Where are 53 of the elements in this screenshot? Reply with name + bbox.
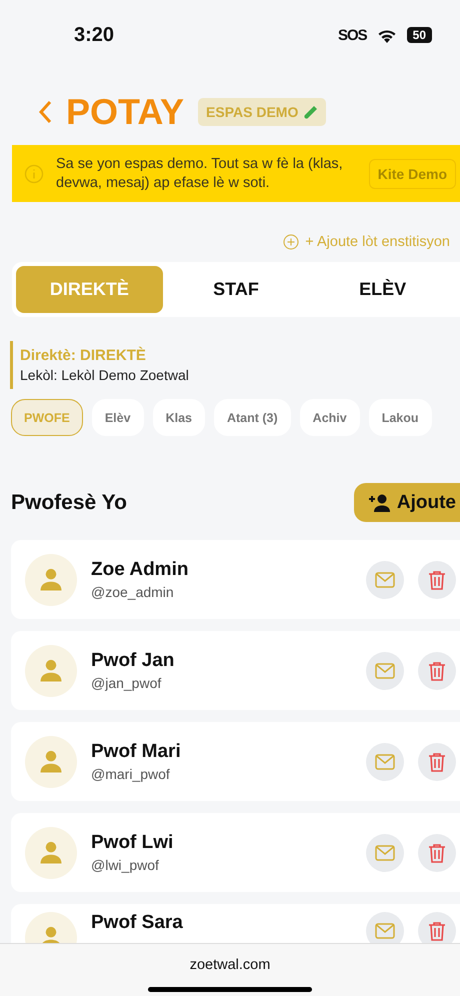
mail-icon: [375, 923, 395, 939]
mail-icon: [375, 754, 395, 770]
mail-icon: [375, 662, 395, 678]
teacher-username: @mari_pwof: [91, 766, 171, 782]
message-button[interactable]: [366, 912, 404, 943]
url-text: zoetwal.com: [190, 957, 270, 973]
add-teacher-button[interactable]: Ajoute: [354, 483, 460, 522]
section-title: Pwofesè Yo: [11, 490, 127, 514]
message-button[interactable]: [366, 742, 404, 780]
mail-icon: [375, 844, 395, 860]
mail-icon: [375, 572, 395, 588]
leave-demo-button[interactable]: Kite Demo: [368, 158, 456, 188]
status-time: 3:20: [74, 24, 116, 46]
school-name: Lekòl: Lekòl Demo Zoetwal: [20, 367, 190, 383]
filter-chip[interactable]: Achiv: [300, 399, 360, 436]
teacher-name: Pwof Mari: [91, 741, 182, 763]
teacher-name: Zoe Admin: [91, 559, 190, 581]
filter-chip[interactable]: Klas: [152, 399, 205, 436]
teacher-name: Pwof Lwi: [91, 832, 174, 854]
delete-button[interactable]: [418, 834, 456, 872]
filter-chip[interactable]: Elèv: [92, 399, 144, 436]
delete-button[interactable]: [418, 742, 456, 780]
delete-button[interactable]: [418, 652, 456, 690]
director-title: Direktè: DIREKTÈ: [20, 347, 147, 364]
trash-icon: [428, 660, 446, 680]
trash-icon: [428, 570, 446, 590]
role-tab[interactable]: ELÈV: [309, 266, 456, 313]
role-tab[interactable]: STAF: [162, 266, 310, 313]
app-title: POTAY: [66, 91, 184, 133]
trash-icon: [428, 752, 446, 772]
teacher-name: Pwof Jan: [91, 650, 176, 672]
plus-circle-icon: [283, 234, 300, 250]
trash-icon: [428, 842, 446, 862]
filter-chip[interactable]: Atant (3): [214, 399, 291, 436]
demo-message: Sa se yon espas demo. Tout sa w fè la (klas, devwa, mesaj) ap efase lè w soti.: [56, 154, 344, 192]
wifi-icon: [376, 28, 397, 42]
delete-button[interactable]: [418, 560, 456, 598]
message-button[interactable]: [366, 834, 404, 872]
back-icon[interactable]: [38, 100, 52, 124]
teacher-username: @lwi_pwof: [91, 857, 160, 873]
sos-indicator: SOS: [338, 26, 367, 44]
message-button[interactable]: [366, 560, 404, 598]
add-person-icon: [368, 492, 392, 512]
demo-badge: ESPAS DEMO: [198, 98, 326, 126]
filter-chip[interactable]: Lakou: [368, 399, 432, 436]
teacher-username: @zoe_admin: [91, 584, 175, 600]
message-button[interactable]: [366, 652, 404, 690]
battery-level: 50: [406, 27, 432, 43]
info-icon: [24, 164, 44, 184]
delete-button[interactable]: [418, 912, 456, 943]
teacher-username: @jan_pwof: [91, 675, 162, 691]
teacher-name: Pwof Sara: [91, 912, 184, 934]
trash-icon: [428, 921, 446, 941]
